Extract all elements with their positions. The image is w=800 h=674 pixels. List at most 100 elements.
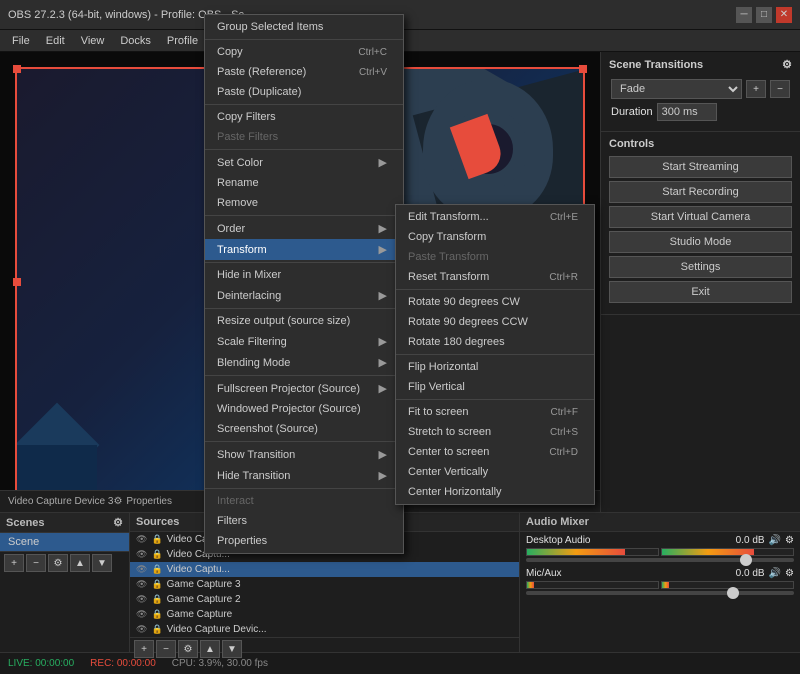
fade-select[interactable]: Fade xyxy=(611,79,742,99)
ctx-group-selected[interactable]: Group Selected Items xyxy=(205,17,403,37)
scene-transitions-header: Scene Transitions ⚙ xyxy=(605,56,796,73)
ctx-center-horizontally[interactable]: Center Horizontally xyxy=(396,482,594,502)
ctx-center-screen[interactable]: Center to screen Ctrl+D xyxy=(396,442,594,462)
source-name-4: Game Capture 2 xyxy=(167,594,241,605)
ctx-sep-5 xyxy=(205,308,403,309)
controls-title: Controls xyxy=(609,138,654,150)
ctx-paste-ref[interactable]: Paste (Reference) Ctrl+V xyxy=(205,62,403,82)
properties-button[interactable]: ⚙ Properties xyxy=(113,496,172,507)
source-down-button[interactable]: ▼ xyxy=(222,640,242,658)
minimize-button[interactable]: ─ xyxy=(736,7,752,23)
studio-mode-button[interactable]: Studio Mode xyxy=(609,231,792,253)
ctx-copy-filters[interactable]: Copy Filters xyxy=(205,107,403,127)
handle-middle-left[interactable] xyxy=(13,278,21,286)
scene-settings-button[interactable]: ⚙ xyxy=(48,554,68,572)
close-button[interactable]: ✕ xyxy=(776,7,792,23)
audio-label-row-mic: Mic/Aux 0.0 dB 🔊 ⚙ xyxy=(526,568,794,579)
ctx-edit-transform[interactable]: Edit Transform... Ctrl+E xyxy=(396,207,594,227)
mic-settings-icon[interactable]: ⚙ xyxy=(785,568,794,579)
ctx-reset-transform[interactable]: Reset Transform Ctrl+R xyxy=(396,267,594,287)
desktop-settings-icon[interactable]: ⚙ xyxy=(785,535,794,546)
scene-remove-button[interactable]: − xyxy=(26,554,46,572)
source-item-6[interactable]: 👁 🔒 Video Capture Devic... xyxy=(130,622,519,637)
ctx-rotate-ccw[interactable]: Rotate 90 degrees CCW xyxy=(396,312,594,332)
ctx-flip-h[interactable]: Flip Horizontal xyxy=(396,357,594,377)
ctx-set-color-arrow: ▶ xyxy=(379,156,387,169)
duration-input[interactable] xyxy=(657,103,717,121)
ctx-deinterlacing[interactable]: Deinterlacing ▶ xyxy=(205,285,403,306)
desktop-vol-row xyxy=(526,558,794,562)
menu-edit[interactable]: Edit xyxy=(38,33,73,49)
ctx-copy[interactable]: Copy Ctrl+C xyxy=(205,42,403,62)
transform-sep-1 xyxy=(396,354,594,355)
ctx-filters[interactable]: Filters xyxy=(205,511,403,531)
ctx-scale-filtering[interactable]: Scale Filtering ▶ xyxy=(205,331,403,352)
source-item-4[interactable]: 👁 🔒 Game Capture 2 xyxy=(130,592,519,607)
mic-audio-db: 0.0 dB xyxy=(736,568,765,579)
menu-docks[interactable]: Docks xyxy=(112,33,159,49)
ctx-copy-transform[interactable]: Copy Transform xyxy=(396,227,594,247)
ctx-fullscreen-proj[interactable]: Fullscreen Projector (Source) ▶ xyxy=(205,378,403,399)
properties-label[interactable]: Properties xyxy=(126,496,172,507)
ctx-resize-output[interactable]: Resize output (source size) xyxy=(205,311,403,331)
scene-item[interactable]: Scene xyxy=(0,533,129,551)
ctx-hide-transition[interactable]: Hide Transition ▶ xyxy=(205,465,403,486)
menu-view[interactable]: View xyxy=(73,33,113,49)
source-remove-button[interactable]: − xyxy=(156,640,176,658)
transitions-add-button[interactable]: + xyxy=(746,80,766,98)
start-virtual-camera-button[interactable]: Start Virtual Camera xyxy=(609,206,792,228)
menu-profile[interactable]: Profile xyxy=(159,33,206,49)
ctx-flip-v[interactable]: Flip Vertical xyxy=(396,377,594,397)
ctx-rename[interactable]: Rename xyxy=(205,173,403,193)
ctx-stretch-screen[interactable]: Stretch to screen Ctrl+S xyxy=(396,422,594,442)
source-item-2[interactable]: 👁 🔒 Video Captu... xyxy=(130,562,519,577)
ctx-order[interactable]: Order ▶ xyxy=(205,218,403,239)
mixer-panel: Audio Mixer Desktop Audio 0.0 dB 🔊 ⚙ xyxy=(520,513,800,652)
ctx-rotate-180[interactable]: Rotate 180 degrees xyxy=(396,332,594,352)
transitions-remove-button[interactable]: − xyxy=(770,80,790,98)
scene-down-button[interactable]: ▼ xyxy=(92,554,112,572)
ctx-windowed-proj[interactable]: Windowed Projector (Source) xyxy=(205,399,403,419)
exit-button[interactable]: Exit xyxy=(609,281,792,303)
ctx-remove[interactable]: Remove xyxy=(205,193,403,213)
ctx-sep-1 xyxy=(205,104,403,105)
source-item-5[interactable]: 👁 🔒 Game Capture xyxy=(130,607,519,622)
ctx-properties[interactable]: Properties xyxy=(205,531,403,551)
visibility-icon-6: 👁 xyxy=(136,624,147,635)
ctx-paste-dup[interactable]: Paste (Duplicate) xyxy=(205,82,403,102)
source-add-button[interactable]: + xyxy=(134,640,154,658)
ctx-show-transition[interactable]: Show Transition ▶ xyxy=(205,444,403,465)
ctx-set-color[interactable]: Set Color ▶ xyxy=(205,152,403,173)
source-settings-button[interactable]: ⚙ xyxy=(178,640,198,658)
desktop-audio-label: Desktop Audio xyxy=(526,535,591,546)
start-streaming-button[interactable]: Start Streaming xyxy=(609,156,792,178)
duration-row: Duration xyxy=(611,103,790,121)
desktop-vol-slider[interactable] xyxy=(526,558,794,562)
scene-add-button[interactable]: + xyxy=(4,554,24,572)
source-up-button[interactable]: ▲ xyxy=(200,640,220,658)
desktop-audio-db: 0.0 dB xyxy=(736,535,765,546)
ctx-fit-screen[interactable]: Fit to screen Ctrl+F xyxy=(396,402,594,422)
scene-up-button[interactable]: ▲ xyxy=(70,554,90,572)
ctx-rotate-cw[interactable]: Rotate 90 degrees CW xyxy=(396,292,594,312)
start-recording-button[interactable]: Start Recording xyxy=(609,181,792,203)
handle-top-left[interactable] xyxy=(13,65,21,73)
ctx-transform[interactable]: Transform ▶ xyxy=(205,239,403,260)
menu-file[interactable]: File xyxy=(4,33,38,49)
mic-vol-slider[interactable] xyxy=(526,591,794,595)
desktop-mute-icon[interactable]: 🔊 xyxy=(769,535,781,546)
ctx-screenshot[interactable]: Screenshot (Source) xyxy=(205,419,403,439)
source-item-3[interactable]: 👁 🔒 Game Capture 3 xyxy=(130,577,519,592)
mic-vol-knob[interactable] xyxy=(727,587,739,599)
mic-mute-icon[interactable]: 🔊 xyxy=(769,568,781,579)
ctx-blending-mode[interactable]: Blending Mode ▶ xyxy=(205,352,403,373)
settings-button[interactable]: Settings xyxy=(609,256,792,278)
context-menu-main: Group Selected Items Copy Ctrl+C Paste (… xyxy=(204,14,404,554)
handle-top-right[interactable] xyxy=(579,65,587,73)
scenes-title-bar: Scenes ⚙ xyxy=(0,513,129,533)
maximize-button[interactable]: □ xyxy=(756,7,772,23)
ctx-center-vertically[interactable]: Center Vertically xyxy=(396,462,594,482)
transform-sep-2 xyxy=(396,399,594,400)
audio-label-row-desktop: Desktop Audio 0.0 dB 🔊 ⚙ xyxy=(526,535,794,546)
ctx-hide-mixer[interactable]: Hide in Mixer xyxy=(205,265,403,285)
